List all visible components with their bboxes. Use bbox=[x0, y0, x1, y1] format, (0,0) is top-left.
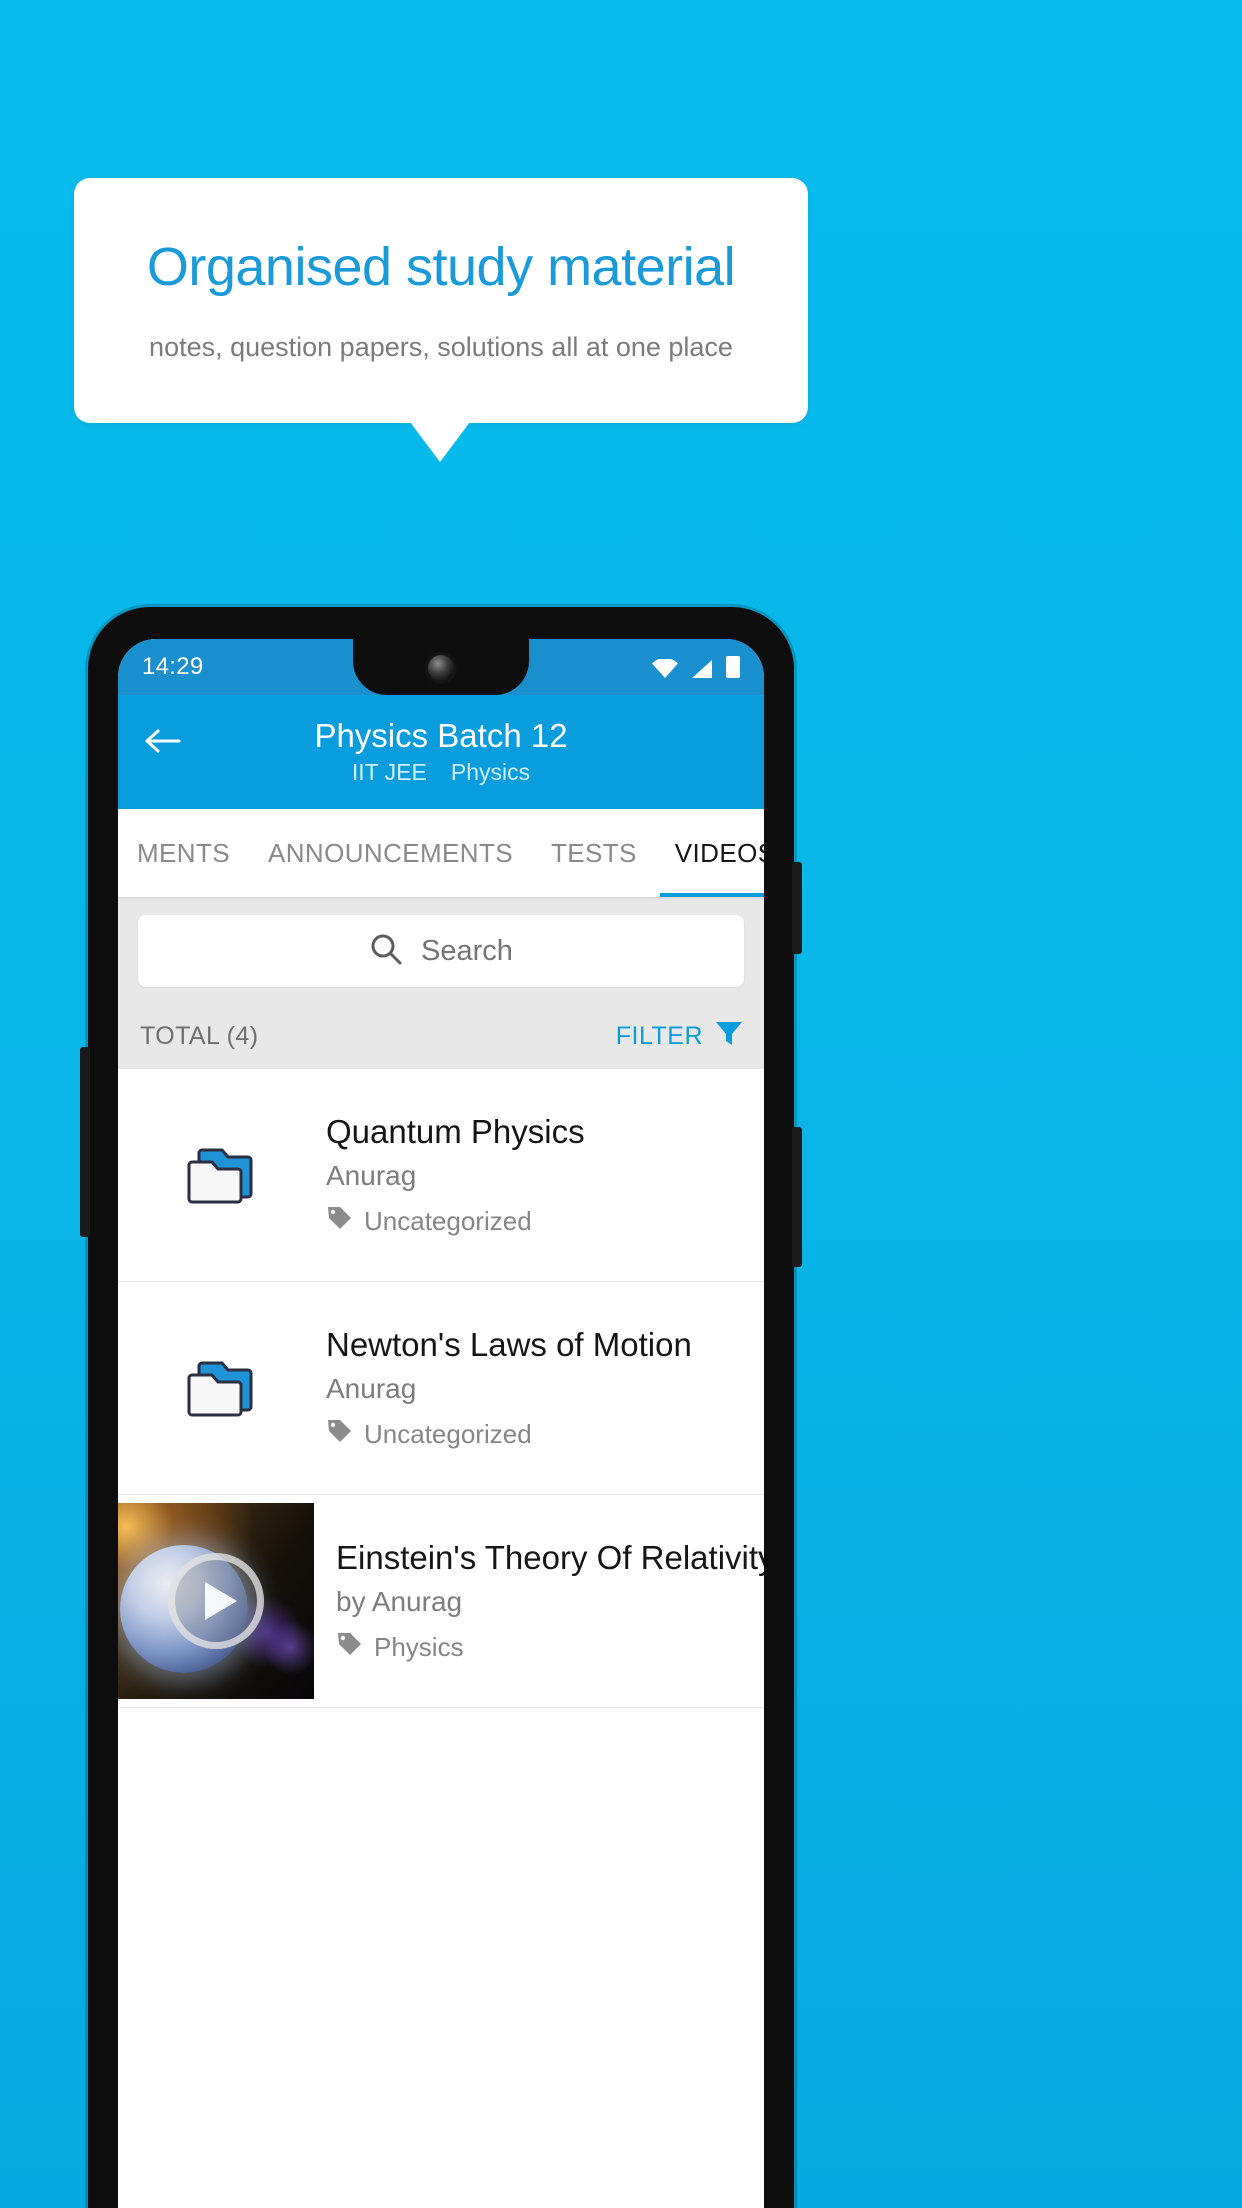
list-item[interactable]: Newton's Laws of Motion Anurag Uncategor… bbox=[118, 1282, 764, 1495]
filter-label: FILTER bbox=[615, 1021, 703, 1050]
list-item-title: Newton's Laws of Motion bbox=[326, 1325, 692, 1363]
search-placeholder: Search bbox=[421, 934, 513, 967]
tab-assignments[interactable]: MENTS bbox=[118, 809, 249, 897]
filter-funnel-icon bbox=[714, 1018, 744, 1055]
total-count-label: TOTAL (4) bbox=[140, 1021, 259, 1050]
phone-volume-button bbox=[792, 1127, 802, 1267]
folder-icon bbox=[118, 1140, 326, 1210]
app-bar-subject: Physics bbox=[450, 758, 531, 785]
phone-power-button bbox=[792, 862, 802, 954]
promo-callout-tail bbox=[410, 422, 470, 462]
video-thumbnail-play-icon[interactable] bbox=[118, 1503, 314, 1699]
list-item-tag: Physics bbox=[336, 1630, 764, 1664]
tab-announcements[interactable]: ANNOUNCEMENTS bbox=[249, 809, 532, 897]
tab-bar: MENTS ANNOUNCEMENTS TESTS VIDEOS bbox=[118, 809, 764, 897]
tab-videos[interactable]: VIDEOS bbox=[656, 809, 764, 897]
list-item-body: Newton's Laws of Motion Anurag Uncategor… bbox=[326, 1325, 746, 1452]
video-list: Quantum Physics Anurag Uncategorized New… bbox=[118, 1069, 764, 1708]
status-bar-clock: 14:29 bbox=[142, 653, 204, 680]
app-bar: Physics Batch 12 IIT JEE Physics bbox=[118, 695, 764, 809]
tag-icon bbox=[336, 1630, 363, 1664]
list-item-tag-label: Uncategorized bbox=[364, 1205, 532, 1236]
list-item-tag: Uncategorized bbox=[326, 1204, 740, 1238]
wifi-icon bbox=[652, 657, 678, 678]
promo-title: Organised study material bbox=[146, 237, 736, 298]
search-input[interactable]: Search bbox=[138, 915, 744, 987]
list-item-body: Quantum Physics Anurag Uncategorized bbox=[326, 1112, 746, 1239]
app-bar-course: IIT JEE bbox=[351, 758, 427, 785]
list-item-tag: Uncategorized bbox=[326, 1417, 740, 1451]
page-title: Physics Batch 12 bbox=[314, 717, 568, 754]
list-item-title: Einstein's Theory Of Relativity bbox=[336, 1538, 764, 1576]
search-section: Search bbox=[118, 897, 764, 1003]
phone-screen: 14:29 Physics Batch 12 IIT JEE Physics M… bbox=[118, 639, 764, 2208]
list-item-tag-label: Uncategorized bbox=[364, 1418, 532, 1449]
battery-icon bbox=[726, 656, 740, 678]
list-item-body: Einstein's Theory Of Relativity by Anura… bbox=[314, 1538, 764, 1665]
tag-icon bbox=[326, 1204, 353, 1238]
list-item-tag-label: Physics bbox=[374, 1631, 464, 1662]
promo-subtitle: notes, question papers, solutions all at… bbox=[149, 331, 733, 362]
list-item-author: Anurag bbox=[326, 1373, 417, 1405]
list-header: TOTAL (4) FILTER bbox=[118, 1003, 764, 1069]
promo-callout-card: Organised study material notes, question… bbox=[74, 178, 808, 423]
list-item-title: Quantum Physics bbox=[326, 1112, 585, 1150]
phone-notch bbox=[353, 639, 529, 695]
status-bar: 14:29 bbox=[118, 639, 764, 695]
phone-side-button bbox=[80, 1047, 90, 1237]
folder-icon bbox=[118, 1353, 326, 1423]
signal-icon bbox=[690, 658, 714, 678]
front-camera-icon bbox=[428, 655, 454, 681]
filter-button[interactable]: FILTER bbox=[616, 1018, 744, 1055]
back-arrow-icon[interactable] bbox=[140, 721, 186, 761]
play-button-icon[interactable] bbox=[168, 1553, 264, 1649]
status-bar-icons bbox=[652, 656, 740, 678]
tab-tests[interactable]: TESTS bbox=[532, 809, 656, 897]
search-icon bbox=[369, 932, 403, 971]
list-item[interactable]: Einstein's Theory Of Relativity by Anura… bbox=[118, 1495, 764, 1708]
list-item-author: by Anurag bbox=[336, 1586, 463, 1618]
app-bar-subtitle: IIT JEE Physics bbox=[118, 759, 764, 786]
list-item[interactable]: Quantum Physics Anurag Uncategorized bbox=[118, 1069, 764, 1282]
phone-mockup: 14:29 Physics Batch 12 IIT JEE Physics M… bbox=[80, 607, 802, 2208]
list-item-author: Anurag bbox=[326, 1160, 417, 1192]
tag-icon bbox=[326, 1417, 353, 1451]
